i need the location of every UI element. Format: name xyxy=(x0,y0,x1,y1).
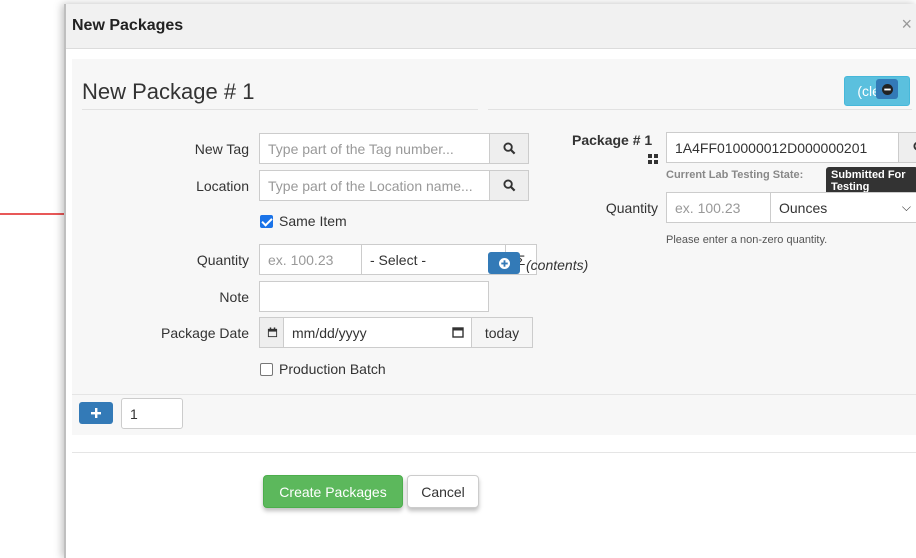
source-unit-value: Ounces xyxy=(779,199,828,216)
minus-circle-icon xyxy=(881,83,893,95)
lab-state-label: Current Lab Testing State: xyxy=(666,169,804,181)
quantity-input[interactable]: ex. 100.23 xyxy=(259,244,363,275)
add-contents-button[interactable] xyxy=(488,252,520,274)
package-date-input[interactable]: mm/dd/yyyy xyxy=(283,317,473,348)
today-button[interactable]: today xyxy=(471,317,533,348)
search-icon[interactable] xyxy=(898,132,916,163)
calendar-picker-icon[interactable] xyxy=(452,325,464,341)
grid-icon xyxy=(648,151,658,167)
checkbox-unchecked-icon[interactable] xyxy=(260,362,273,376)
new-tag-input[interactable]: Type part of the Tag number... xyxy=(259,133,491,164)
package-date-placeholder: mm/dd/yyyy xyxy=(292,324,367,341)
unit-select[interactable]: - Select - ⌵ xyxy=(361,244,507,275)
checkbox-checked-icon[interactable] xyxy=(260,214,273,228)
modal-title: New Packages xyxy=(72,17,184,34)
plus-icon xyxy=(91,408,101,418)
note-label: Note xyxy=(219,289,249,305)
unit-select-value: - Select - xyxy=(370,251,427,268)
production-batch-label: Production Batch xyxy=(279,361,386,377)
add-package-button[interactable] xyxy=(79,402,113,424)
quantity-label: Quantity xyxy=(196,252,249,268)
divider xyxy=(72,452,916,453)
source-tag-input[interactable]: 1A4FF010000012D000000201 xyxy=(666,132,900,163)
source-package-label: Package # 1 xyxy=(572,132,653,148)
contents-label[interactable]: (contents) xyxy=(526,257,588,273)
source-unit-select[interactable]: Ounces ⌵ xyxy=(770,192,916,223)
location-label: Location xyxy=(196,178,249,194)
divider xyxy=(72,394,916,395)
remove-source-button[interactable] xyxy=(876,79,898,99)
same-item-label: Same Item xyxy=(279,213,347,229)
divider xyxy=(488,109,912,110)
package-date-label: Package Date xyxy=(161,325,249,341)
close-icon[interactable]: × xyxy=(901,14,912,35)
source-quantity-input[interactable]: ex. 100.23 xyxy=(666,192,772,223)
new-tag-label: New Tag xyxy=(194,141,249,157)
package-count-input[interactable]: 1 xyxy=(121,398,183,429)
source-quantity-label: Quantity xyxy=(605,200,658,216)
note-input[interactable] xyxy=(259,281,489,312)
search-icon[interactable] xyxy=(489,170,529,201)
package-panel: New Package # 1 (clear) New Tag Type par… xyxy=(72,59,916,435)
package-title: New Package # 1 xyxy=(82,79,255,104)
create-packages-button[interactable]: Create Packages xyxy=(263,475,403,508)
divider xyxy=(82,109,478,110)
same-item-checkbox[interactable]: Same Item xyxy=(260,213,347,229)
production-batch-checkbox[interactable]: Production Batch xyxy=(260,361,386,377)
location-input[interactable]: Type part of the Location name... xyxy=(259,170,491,201)
chevron-down-icon: ⌵ xyxy=(901,200,911,214)
plus-circle-icon xyxy=(498,257,510,269)
new-packages-modal: New Packages × New Package # 1 (clear) N… xyxy=(64,4,916,558)
search-icon[interactable] xyxy=(489,133,529,164)
lab-state-badge: Submitted For Testing xyxy=(826,167,916,195)
cancel-button[interactable]: Cancel xyxy=(407,475,479,508)
quantity-hint: Please enter a non-zero quantity. xyxy=(666,234,828,246)
calendar-icon xyxy=(259,317,285,348)
modal-header: New Packages × xyxy=(66,4,916,49)
